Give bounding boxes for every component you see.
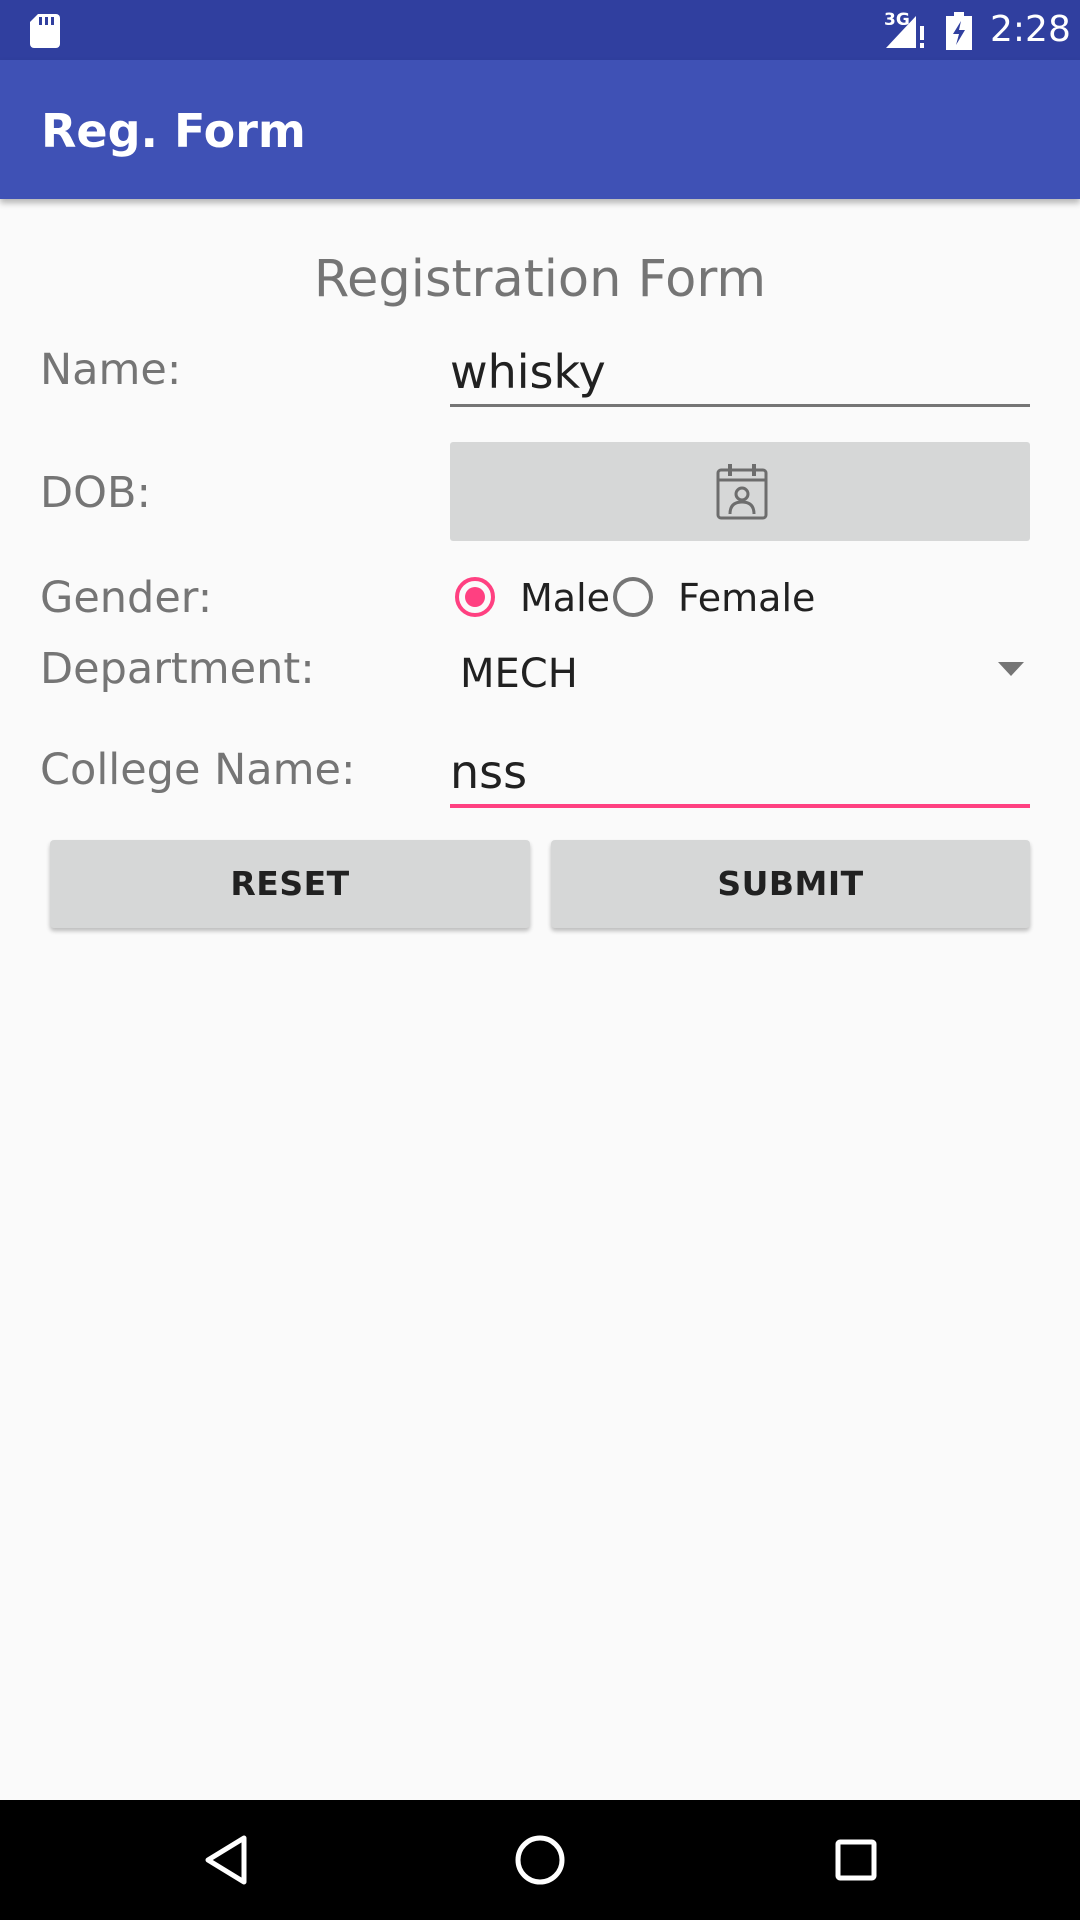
sd-card-icon — [30, 14, 60, 48]
college-label: College Name: — [40, 745, 356, 795]
radio-female-label[interactable]: Female — [678, 568, 815, 628]
chevron-down-icon — [998, 662, 1024, 676]
department-label: Department: — [40, 644, 315, 694]
recents-icon[interactable] — [826, 1830, 886, 1890]
form-title: Registration Form — [313, 250, 767, 309]
status-time: 2:28 — [990, 9, 1071, 50]
radio-female[interactable] — [612, 576, 654, 618]
signal-icon — [886, 16, 924, 48]
battery-icon — [946, 12, 972, 50]
department-spinner[interactable]: MECH — [450, 640, 1030, 706]
dob-label: DOB: — [40, 468, 151, 518]
radio-male[interactable] — [454, 576, 496, 618]
dob-picker-button[interactable] — [450, 442, 1030, 541]
reset-button[interactable]: RESET — [50, 840, 530, 928]
back-icon[interactable] — [196, 1830, 256, 1890]
radio-male-label[interactable]: Male — [520, 568, 610, 628]
college-name-field[interactable]: nss — [450, 744, 1030, 808]
gender-label: Gender: — [40, 573, 213, 623]
navigation-bar — [0, 1800, 1080, 1920]
submit-button[interactable]: SUBMIT — [551, 840, 1030, 928]
app-title: Reg. Form — [41, 104, 306, 158]
name-field[interactable]: whisky — [450, 344, 1030, 407]
calendar-contact-icon — [716, 464, 768, 520]
status-bar: 3G 2:28 — [0, 0, 1080, 60]
name-label: Name: — [40, 345, 182, 395]
app-bar: Reg. Form — [0, 60, 1080, 199]
home-icon[interactable] — [510, 1830, 570, 1890]
department-value: MECH — [460, 651, 578, 697]
